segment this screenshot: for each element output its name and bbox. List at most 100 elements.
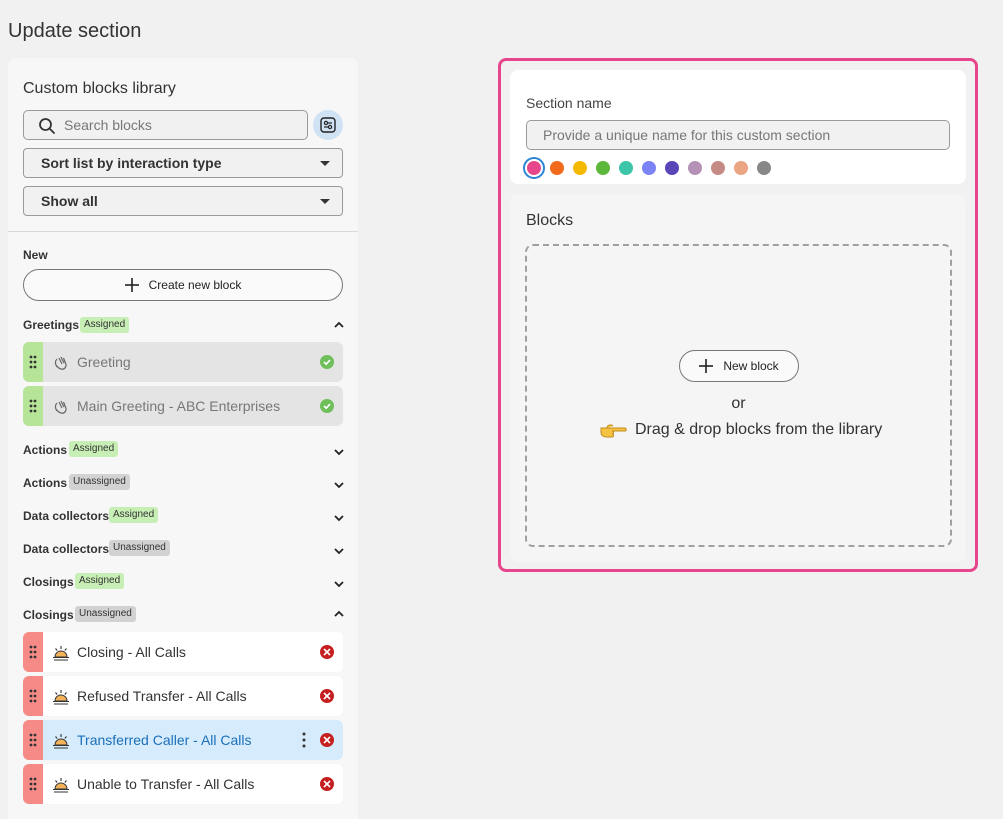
chevron-down-icon[interactable] xyxy=(333,512,345,524)
color-swatch-5[interactable] xyxy=(619,161,633,175)
blocks-title: Blocks xyxy=(526,212,574,229)
search-icon xyxy=(39,118,55,134)
color-swatch-2[interactable] xyxy=(550,161,564,175)
drag-hint: Drag & drop blocks from the library xyxy=(599,419,882,441)
group-header-data-collectors-assigned[interactable]: Data collectors xyxy=(23,509,109,523)
group-header-closings-unassigned[interactable]: Closings xyxy=(23,608,74,622)
color-swatch-1[interactable] xyxy=(527,161,541,175)
blocks-card: Blocks New block or Drag & drop blocks f… xyxy=(510,194,966,562)
sort-select-value: Sort list by interaction type xyxy=(41,155,222,171)
block-card-closing-all-calls[interactable]: Closing - All Calls xyxy=(23,632,343,672)
or-label: or xyxy=(731,395,746,412)
block-card-transferred-caller[interactable]: Transferred Caller - All Calls xyxy=(23,720,343,760)
group-header-actions-unassigned[interactable]: Actions xyxy=(23,476,67,490)
close-circle-icon xyxy=(320,733,334,747)
plus-icon xyxy=(699,359,714,373)
caret-down-icon xyxy=(320,199,330,204)
color-swatch-8[interactable] xyxy=(688,161,702,175)
show-filter-select[interactable]: Show all xyxy=(23,186,343,216)
caret-down-icon xyxy=(320,161,330,166)
block-card-main-greeting[interactable]: Main Greeting - ABC Enterprises xyxy=(23,386,343,426)
drag-dots-icon xyxy=(29,645,37,659)
page-title: Update section xyxy=(8,20,142,42)
filter-settings-button[interactable] xyxy=(313,110,343,140)
block-card-refused-transfer[interactable]: Refused Transfer - All Calls xyxy=(23,676,343,716)
block-label: Greeting xyxy=(77,354,131,370)
drag-dots-icon xyxy=(29,399,37,413)
drag-handle[interactable] xyxy=(23,342,43,382)
close-circle-icon xyxy=(320,689,334,703)
check-icon xyxy=(320,355,334,369)
drag-handle[interactable] xyxy=(23,386,43,426)
block-card-greeting[interactable]: Greeting xyxy=(23,342,343,382)
library-title: Custom blocks library xyxy=(23,80,176,97)
drag-handle[interactable] xyxy=(23,720,43,760)
chevron-down-icon[interactable] xyxy=(333,545,345,557)
drag-dots-icon xyxy=(29,777,37,791)
close-circle-icon xyxy=(320,777,334,791)
create-new-block-label: Create new block xyxy=(148,278,242,292)
section-name-input[interactable] xyxy=(526,120,950,150)
new-block-label: New block xyxy=(723,359,779,373)
chevron-up-icon[interactable] xyxy=(333,319,345,331)
sunset-icon xyxy=(53,734,69,749)
block-card-unable-to-transfer[interactable]: Unable to Transfer - All Calls xyxy=(23,764,343,804)
create-new-block-button[interactable]: Create new block xyxy=(23,269,343,301)
sort-select[interactable]: Sort list by interaction type xyxy=(23,148,343,178)
color-swatch-3[interactable] xyxy=(573,161,587,175)
drag-hint-text: Drag & drop blocks from the library xyxy=(635,421,883,438)
color-swatch-4[interactable] xyxy=(596,161,610,175)
drag-handle[interactable] xyxy=(23,632,43,672)
color-swatch-9[interactable] xyxy=(711,161,725,175)
block-label: Closing - All Calls xyxy=(77,644,186,660)
chevron-down-icon[interactable] xyxy=(333,578,345,590)
block-label: Unable to Transfer - All Calls xyxy=(77,776,255,792)
section-name-card: Section name xyxy=(510,70,966,184)
group-header-closings-assigned[interactable]: Closings xyxy=(23,575,74,589)
block-label: Transferred Caller - All Calls xyxy=(77,732,252,748)
search-box[interactable] xyxy=(23,110,308,140)
group-header-greetings-assigned[interactable]: Greetings xyxy=(23,318,79,332)
check-icon xyxy=(320,399,334,413)
section-editor: Section name Blocks New block or Drag & xyxy=(498,58,978,572)
color-swatch-10[interactable] xyxy=(734,161,748,175)
more-vertical-icon[interactable] xyxy=(302,732,306,748)
drag-handle[interactable] xyxy=(23,676,43,716)
status-badge: Assigned xyxy=(109,507,159,523)
chevron-down-icon[interactable] xyxy=(333,446,345,458)
blocks-dropzone[interactable]: New block or Drag & drop blocks from the… xyxy=(525,244,952,547)
block-label: Main Greeting - ABC Enterprises xyxy=(77,398,281,414)
sunset-icon xyxy=(53,646,69,661)
status-badge: Assigned xyxy=(80,317,130,333)
chevron-up-icon[interactable] xyxy=(333,608,345,620)
group-new-label: New xyxy=(23,248,48,262)
plus-icon xyxy=(124,278,139,292)
sliders-icon xyxy=(320,117,336,133)
block-label: Refused Transfer - All Calls xyxy=(77,688,247,704)
waving-hand-icon xyxy=(54,356,67,370)
show-filter-select-value: Show all xyxy=(41,193,98,209)
chevron-down-icon[interactable] xyxy=(333,479,345,491)
sunset-icon xyxy=(53,690,69,705)
waving-hand-icon xyxy=(54,400,67,414)
color-swatch-7[interactable] xyxy=(665,161,679,175)
drag-dots-icon xyxy=(29,689,37,703)
custom-blocks-library: Custom blocks library Sort list by inter… xyxy=(8,58,358,819)
section-name-label: Section name xyxy=(526,95,612,111)
new-block-button[interactable]: New block xyxy=(679,350,799,382)
pointing-hand-icon xyxy=(600,424,627,438)
group-header-actions-assigned[interactable]: Actions xyxy=(23,443,67,457)
color-swatch-6[interactable] xyxy=(642,161,656,175)
sunset-icon xyxy=(53,778,69,793)
status-badge: Assigned xyxy=(75,573,125,589)
status-badge: Assigned xyxy=(69,441,119,457)
drag-dots-icon xyxy=(29,733,37,747)
drag-handle[interactable] xyxy=(23,764,43,804)
drag-dots-icon xyxy=(29,355,37,369)
color-swatch-11[interactable] xyxy=(757,161,771,175)
status-badge: Unassigned xyxy=(75,606,136,622)
group-header-data-collectors-unassigned[interactable]: Data collectors xyxy=(23,542,109,556)
divider xyxy=(8,231,358,232)
status-badge: Unassigned xyxy=(109,540,170,556)
search-input[interactable] xyxy=(64,115,299,135)
